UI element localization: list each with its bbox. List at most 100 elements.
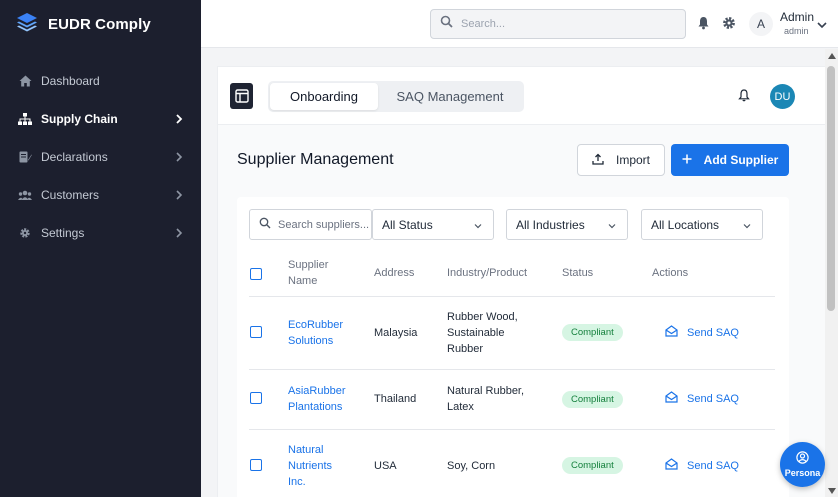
chevron-down-icon bbox=[473, 220, 483, 230]
gear-icon[interactable] bbox=[722, 16, 736, 30]
sidebar-item-dashboard[interactable]: Dashboard bbox=[0, 62, 201, 100]
main-content: Onboarding SAQ Management DU Supplier Ma… bbox=[201, 49, 825, 497]
user-role: admin bbox=[784, 26, 809, 36]
page-title: Supplier Management bbox=[237, 151, 394, 168]
table-header: Supplier Name Address Industry/Product S… bbox=[249, 252, 775, 297]
chevron-down-icon bbox=[607, 220, 617, 230]
persona-button[interactable]: Persona bbox=[780, 442, 825, 487]
industry-line: Rubber Wood, bbox=[447, 311, 518, 323]
supplier-address: USA bbox=[374, 460, 397, 472]
content-card: Onboarding SAQ Management DU Supplier Ma… bbox=[217, 66, 825, 497]
user-name[interactable]: Admin bbox=[780, 10, 814, 24]
org-chart-icon bbox=[16, 112, 34, 126]
chevron-down-icon[interactable] bbox=[816, 18, 828, 30]
column-header-address[interactable]: Address bbox=[374, 265, 414, 281]
scroll-down-arrow-icon[interactable] bbox=[828, 488, 836, 494]
table-row: EcoRubber Solutions Malaysia Rubber Wood… bbox=[249, 297, 775, 370]
document-icon bbox=[16, 150, 34, 164]
send-saq-button[interactable]: Send SAQ bbox=[665, 325, 739, 340]
bell-icon[interactable] bbox=[738, 89, 751, 102]
supplier-industry: Rubber Wood, Sustainable Rubber bbox=[447, 309, 518, 357]
tab-onboarding[interactable]: Onboarding bbox=[270, 83, 378, 110]
send-icon bbox=[665, 325, 678, 340]
column-header-actions: Actions bbox=[652, 267, 689, 279]
industry-filter-value: All Industries bbox=[516, 217, 585, 232]
table-row: AsiaRubber Plantations Thailand Natural … bbox=[249, 370, 775, 430]
supplier-search-input[interactable] bbox=[278, 218, 370, 231]
tab-saq-management[interactable]: SAQ Management bbox=[378, 83, 522, 110]
topbar: A Admin admin bbox=[201, 0, 838, 48]
sidebar-item-label: Declarations bbox=[41, 150, 108, 164]
avatar[interactable]: A bbox=[749, 12, 773, 36]
sidebar-item-customers[interactable]: Customers bbox=[0, 176, 201, 214]
row-checkbox[interactable] bbox=[250, 326, 262, 338]
home-icon bbox=[16, 74, 34, 88]
table-row: Natural Nutrients Inc. USA Soy, Corn Com… bbox=[249, 430, 775, 497]
chevron-right-icon bbox=[173, 113, 185, 125]
sidebar: EUDR Comply Dashboard Supply Chain Decla… bbox=[0, 0, 201, 497]
sidebar-item-settings[interactable]: Settings bbox=[0, 214, 201, 252]
status-filter[interactable]: All Status bbox=[372, 209, 494, 240]
status-badge: Compliant bbox=[562, 391, 623, 408]
industry-line: Rubber bbox=[447, 343, 484, 355]
search-input[interactable] bbox=[461, 18, 671, 30]
industry-line: Latex bbox=[447, 401, 474, 413]
plus-icon bbox=[682, 153, 692, 167]
send-saq-label: Send SAQ bbox=[687, 459, 739, 472]
brand-name: EUDR Comply bbox=[48, 15, 151, 33]
row-checkbox[interactable] bbox=[250, 459, 262, 471]
import-label: Import bbox=[615, 153, 650, 167]
location-filter[interactable]: All Locations bbox=[641, 209, 763, 240]
send-icon bbox=[665, 391, 678, 406]
select-all-checkbox[interactable] bbox=[250, 268, 262, 280]
scrollbar-thumb[interactable] bbox=[827, 66, 835, 311]
row-checkbox[interactable] bbox=[250, 392, 262, 404]
card-header: Onboarding SAQ Management DU bbox=[218, 67, 825, 125]
supplier-industry: Natural Rubber, Latex bbox=[447, 383, 524, 415]
supplier-address: Thailand bbox=[374, 393, 417, 405]
layout-icon[interactable] bbox=[230, 83, 253, 109]
bell-icon[interactable] bbox=[697, 16, 711, 30]
column-header-line: Supplier bbox=[288, 259, 329, 271]
sidebar-item-label: Supply Chain bbox=[41, 112, 118, 126]
industry-line: Natural Rubber, bbox=[447, 385, 525, 397]
chevron-right-icon bbox=[173, 189, 185, 201]
supplier-name-line: Natural bbox=[288, 444, 324, 456]
gear-icon bbox=[16, 226, 34, 240]
location-filter-value: All Locations bbox=[651, 217, 720, 232]
chevron-down-icon bbox=[742, 220, 752, 230]
send-saq-label: Send SAQ bbox=[687, 392, 739, 405]
sidebar-item-label: Settings bbox=[41, 226, 85, 240]
column-header-line: Name bbox=[288, 275, 318, 287]
industry-filter[interactable]: All Industries bbox=[506, 209, 628, 240]
column-header-industry[interactable]: Industry/Product bbox=[447, 265, 527, 281]
users-icon bbox=[16, 188, 34, 202]
sidebar-item-label: Customers bbox=[41, 188, 100, 202]
chevron-right-icon bbox=[173, 227, 185, 239]
supplier-search-field[interactable] bbox=[249, 209, 372, 240]
add-supplier-button[interactable]: Add Supplier bbox=[671, 144, 789, 176]
sidebar-item-label: Dashboard bbox=[41, 74, 100, 88]
sidebar-item-declarations[interactable]: Declarations bbox=[0, 138, 201, 176]
search-icon bbox=[259, 217, 271, 232]
sidebar-item-supply-chain[interactable]: Supply Chain bbox=[0, 100, 201, 138]
global-search[interactable] bbox=[430, 9, 686, 39]
column-header-status[interactable]: Status bbox=[562, 265, 593, 281]
supplier-name-line: EcoRubber bbox=[288, 319, 344, 331]
brand[interactable]: EUDR Comply bbox=[0, 0, 201, 48]
import-button[interactable]: Import bbox=[577, 144, 665, 176]
avatar[interactable]: DU bbox=[770, 84, 795, 109]
scroll-up-arrow-icon[interactable] bbox=[828, 53, 836, 59]
supplier-name-link[interactable]: EcoRubber Solutions bbox=[288, 317, 343, 349]
send-saq-button[interactable]: Send SAQ bbox=[665, 391, 739, 406]
send-icon bbox=[665, 458, 678, 473]
supplier-name-line: Plantations bbox=[288, 401, 343, 413]
status-filter-value: All Status bbox=[382, 217, 433, 232]
supplier-name-line: Nutrients bbox=[288, 460, 333, 472]
send-saq-button[interactable]: Send SAQ bbox=[665, 458, 739, 473]
status-badge: Compliant bbox=[562, 457, 623, 474]
supplier-name-link[interactable]: AsiaRubber Plantations bbox=[288, 383, 345, 415]
user-circle-icon bbox=[796, 451, 809, 466]
supplier-name-link[interactable]: Natural Nutrients Inc. bbox=[288, 442, 332, 490]
column-header-supplier-name[interactable]: Supplier Name bbox=[288, 257, 328, 289]
